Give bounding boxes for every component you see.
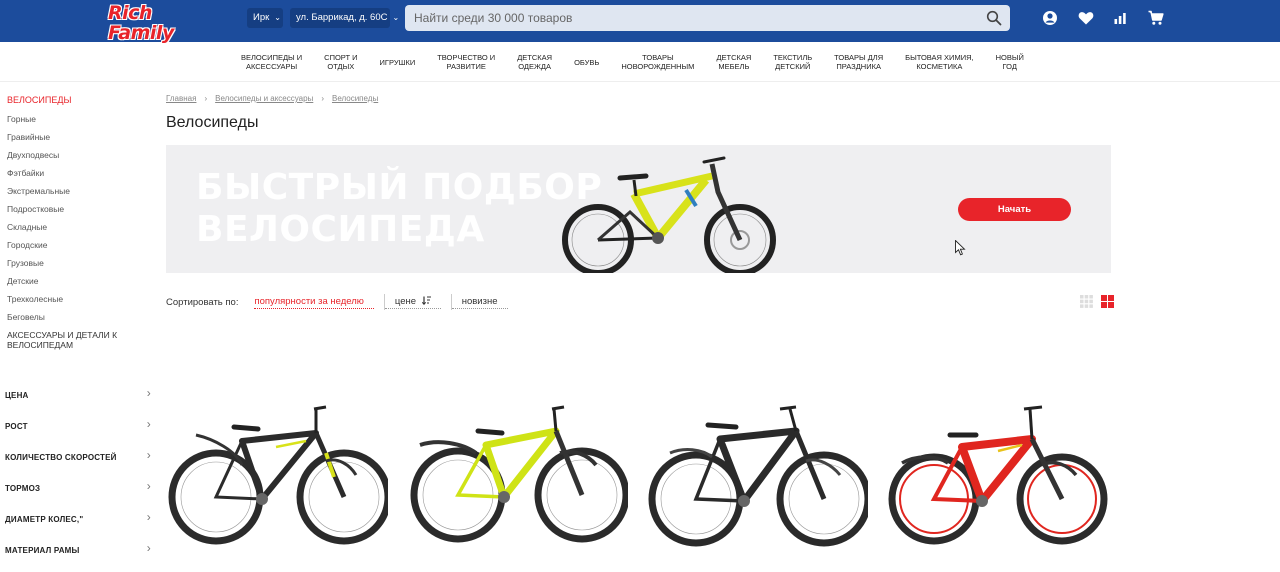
cart-icon[interactable] (1147, 9, 1165, 27)
sidebar-item-cargo[interactable]: Грузовые (7, 258, 70, 276)
breadcrumb-bikes[interactable]: Велосипеды (332, 94, 378, 103)
sidebar-item-gravel[interactable]: Гравийные (7, 132, 70, 150)
user-icon[interactable] (1041, 9, 1059, 27)
product-image (168, 405, 392, 545)
category-bikes[interactable]: ВЕЛОСИПЕДЫ И АКСЕССУАРЫ (230, 52, 313, 72)
filter-height[interactable]: РОСТ › (5, 417, 153, 448)
address-label: ул. Баррикад, д. 60С (296, 12, 388, 23)
filter-label: ТОРМОЗ (5, 484, 41, 493)
breadcrumb-bikes-accessories[interactable]: Велосипеды и аксессуары (215, 94, 313, 103)
banner-bike-image (562, 156, 776, 273)
top-header-bar: Rich Family детский гипермаркет Ирк ⌄ ул.… (0, 0, 1280, 53)
sidebar-item-city[interactable]: Городские (7, 240, 70, 258)
city-selector[interactable]: Ирк ⌄ (247, 8, 283, 28)
site-logo[interactable]: Rich Family детский гипермаркет (108, 3, 220, 53)
logo-brand: Rich Family (108, 2, 174, 44)
city-label: Ирк (253, 12, 270, 23)
product-image (888, 405, 1108, 545)
sidebar-item-kids[interactable]: Детские (7, 276, 70, 294)
product-card[interactable] (886, 395, 1108, 550)
nav-divider (0, 81, 1280, 82)
heart-icon[interactable] (1077, 9, 1095, 27)
filter-price[interactable]: ЦЕНА › (5, 386, 153, 417)
sidebar-subcategories: Горные Гравийные Двухподвесы Фэтбайки Эк… (7, 114, 70, 330)
category-sport[interactable]: СПОРТ И ОТДЫХ (313, 52, 368, 72)
product-card[interactable] (406, 395, 630, 550)
product-card[interactable] (646, 395, 872, 550)
category-creativity[interactable]: ТВОРЧЕСТВО И РАЗВИТИЕ (426, 52, 506, 72)
filter-label: МАТЕРИАЛ РАМЫ (5, 546, 80, 555)
filter-frame-material[interactable]: МАТЕРИАЛ РАМЫ › (5, 541, 153, 572)
start-picker-button[interactable]: Начать (958, 198, 1071, 221)
category-furniture[interactable]: ДЕТСКАЯ МЕБЕЛЬ (705, 52, 762, 72)
sort-price-label: цене (394, 295, 417, 307)
logo-tagline: детский гипермаркет (110, 43, 197, 53)
product-image (648, 405, 872, 547)
sort-price[interactable]: цене (384, 295, 441, 309)
category-toys[interactable]: ИГРУШКИ (369, 52, 427, 72)
filter-label: ДИАМЕТР КОЛЕС," (5, 515, 84, 524)
category-clothing[interactable]: ДЕТСКАЯ ОДЕЖДА (506, 52, 563, 72)
address-selector[interactable]: ул. Баррикад, д. 60С ⌄ (290, 8, 399, 28)
breadcrumb-separator: › (204, 94, 208, 103)
bike-picker-banner[interactable]: БЫСТРЫЙ ПОДБОР ВЕЛОСИПЕДА Начать (166, 145, 1111, 273)
mouse-cursor-icon (955, 240, 966, 256)
sidebar-item-mountain[interactable]: Горные (7, 114, 70, 132)
breadcrumb-separator: › (321, 94, 324, 103)
filter-speeds[interactable]: КОЛИЧЕСТВО СКОРОСТЕЙ › (5, 448, 153, 479)
category-newborn[interactable]: ТОВАРЫ НОВОРОЖДЕННЫМ (610, 52, 705, 72)
category-shoes[interactable]: ОБУВЬ (563, 52, 610, 72)
chevron-right-icon: › (146, 448, 151, 462)
category-nav: ВЕЛОСИПЕДЫ И АКСЕССУАРЫ СПОРТ И ОТДЫХ ИГ… (230, 52, 1035, 72)
breadcrumb: Главная › Велосипеды и аксессуары › Велосипе… (166, 94, 378, 103)
sort-popularity[interactable]: популярности за неделю (254, 296, 374, 309)
filter-label: РОСТ (5, 422, 28, 431)
search-icon[interactable] (986, 10, 1002, 26)
chevron-right-icon: › (146, 541, 151, 555)
product-card[interactable] (166, 395, 392, 550)
breadcrumb-home[interactable]: Главная (166, 94, 196, 103)
category-textile[interactable]: ТЕКСТИЛЬ ДЕТСКИЙ (762, 52, 823, 72)
sidebar-item-accessories[interactable]: АКСЕССУАРЫ И ДЕТАЛИ К ВЕЛОСИПЕДАМ (7, 330, 137, 350)
sidebar-item-fatbikes[interactable]: Фэтбайки (7, 168, 70, 186)
filter-label: КОЛИЧЕСТВО СКОРОСТЕЙ (5, 453, 117, 462)
search-input[interactable] (405, 5, 975, 31)
category-holiday[interactable]: ТОВАРЫ ДЛЯ ПРАЗДНИКА (823, 52, 894, 72)
chevron-right-icon: › (146, 386, 151, 400)
sidebar-item-extreme[interactable]: Экстремальные (7, 186, 70, 204)
chevron-right-icon: › (146, 479, 151, 493)
filter-wheel-diameter[interactable]: ДИАМЕТР КОЛЕС," › (5, 510, 153, 541)
chevron-right-icon: › (146, 417, 151, 431)
view-switcher (1076, 295, 1115, 313)
sidebar-item-folding[interactable]: Складные (7, 222, 70, 240)
chevron-down-icon: ⌄ (274, 13, 281, 22)
sidebar-title[interactable]: ВЕЛОСИПЕДЫ (7, 95, 71, 105)
filters-panel: ЦЕНА › РОСТ › КОЛИЧЕСТВО СКОРОСТЕЙ › ТОРМОЗ… (5, 386, 153, 572)
sidebar-item-balance-bikes[interactable]: Беговелы (7, 312, 70, 330)
compare-icon[interactable] (1112, 9, 1130, 27)
filter-brake[interactable]: ТОРМОЗ › (5, 479, 153, 510)
chevron-right-icon: › (146, 510, 151, 524)
category-household[interactable]: БЫТОВАЯ ХИМИЯ, КОСМЕТИКА (894, 52, 984, 72)
sort-bar: Сортировать по: популярности за неделю ц… (166, 294, 508, 310)
sort-newest[interactable]: новизне (451, 296, 508, 309)
product-image (410, 405, 630, 543)
filter-label: ЦЕНА (5, 391, 29, 400)
search-box (405, 5, 1010, 31)
sidebar-item-teen[interactable]: Подростковые (7, 204, 70, 222)
grid-small-view-icon[interactable] (1080, 295, 1093, 308)
sort-label: Сортировать по: (166, 296, 239, 308)
chevron-down-icon: ⌄ (392, 13, 400, 22)
sidebar-item-full-suspension[interactable]: Двухподвесы (7, 150, 70, 168)
page-title: Велосипеды (166, 114, 259, 131)
grid-large-view-icon[interactable] (1101, 295, 1115, 308)
category-new-year[interactable]: НОВЫЙ ГОД (985, 52, 1035, 72)
sidebar-item-tricycles[interactable]: Трехколесные (7, 294, 70, 312)
sort-order-icon (421, 296, 431, 305)
